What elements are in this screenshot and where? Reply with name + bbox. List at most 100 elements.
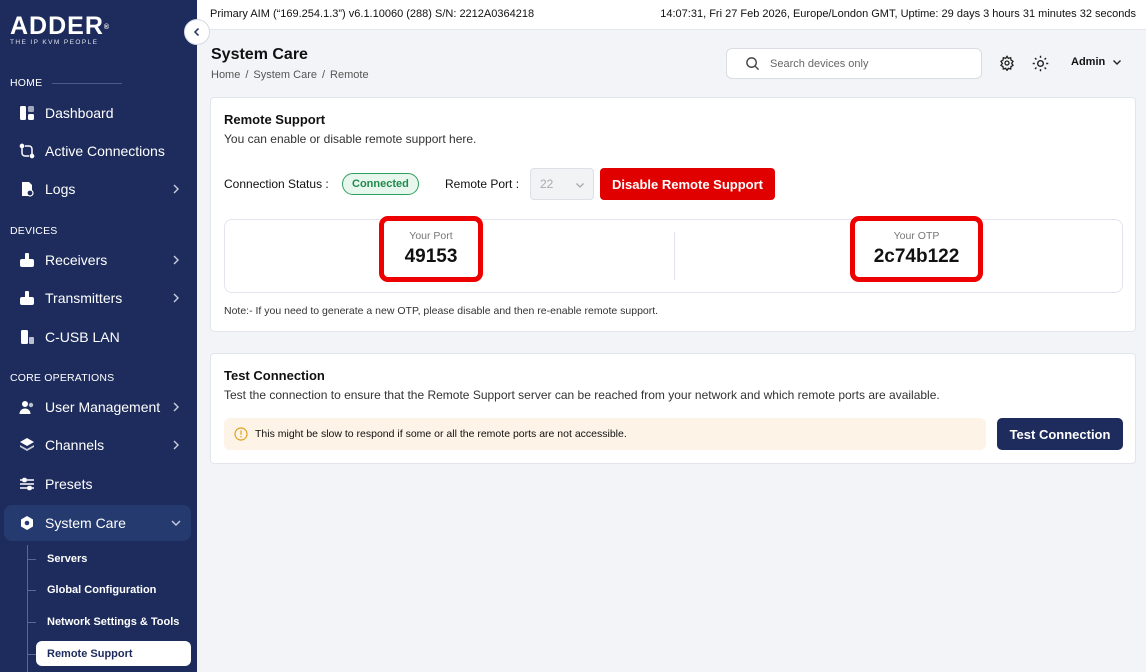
your-otp-value: 2c74b122 (873, 246, 960, 267)
system-status: 14:07:31, Fri 27 Feb 2026, Europe/London… (660, 8, 1136, 20)
sidebar-item-label: C-USB LAN (45, 329, 120, 345)
chevron-right-icon (173, 184, 179, 194)
remote-port-select[interactable]: 22 (530, 168, 594, 200)
sidebar-item-label: System Care (45, 515, 126, 531)
sidebar-item-system-care[interactable]: System Care (4, 505, 191, 541)
sidebar-item-label: Logs (45, 181, 76, 197)
sidebar-item-transmitters[interactable]: Transmitters (4, 280, 191, 316)
page-title: System Care (211, 46, 308, 63)
section-devices-label: DEVICES (10, 225, 58, 237)
test-connection-button[interactable]: Test Connection (997, 418, 1123, 450)
sidebar-item-logs[interactable]: Logs (4, 171, 191, 207)
breadcrumb-separator: / (245, 69, 249, 81)
breadcrumb-home[interactable]: Home (211, 69, 240, 81)
logo-name: ADDER (10, 12, 104, 40)
chevron-down-icon (576, 183, 584, 188)
device-info: Primary AIM (“169.254.1.3”) v6.1.10060 (… (210, 8, 535, 20)
chevron-left-icon (193, 27, 200, 37)
test-connection-title: Test Connection (224, 368, 325, 383)
chevron-down-icon (1113, 60, 1122, 65)
connection-status-badge: Connected (342, 173, 419, 195)
warning-text: This might be slow to respond if some or… (255, 428, 627, 440)
sidebar-item-label: User Management (45, 399, 161, 415)
breadcrumb: Home / System Care / Remote (211, 69, 369, 81)
tree-tick (27, 590, 36, 591)
section-core: CORE OPERATIONS (10, 372, 114, 384)
search-input[interactable] (770, 57, 970, 70)
sidebar-item-channels[interactable]: Channels (4, 427, 191, 463)
disable-remote-support-button[interactable]: Disable Remote Support (600, 168, 775, 200)
your-port-value: 49153 (404, 246, 458, 267)
connections-icon (18, 142, 36, 160)
credentials-divider (674, 232, 675, 280)
tree-tick (27, 559, 36, 560)
section-home: HOME (10, 77, 123, 89)
chevron-right-icon (173, 293, 179, 303)
subitem-label: Remote Support (47, 647, 133, 660)
chevron-right-icon (173, 255, 179, 265)
document-icon (18, 180, 36, 198)
logo-tagline: THE IP KVM PEOPLE (10, 39, 99, 46)
breadcrumb-current: Remote (330, 69, 369, 81)
search-icon (746, 57, 760, 71)
adder-logo[interactable]: ADDER® THE IP KVM PEOPLE (10, 12, 120, 47)
remote-support-description: You can enable or disable remote support… (224, 132, 477, 146)
remote-port-value: 22 (540, 177, 554, 191)
gear-icon (1000, 55, 1014, 71)
users-icon (18, 398, 36, 416)
sliders-icon (18, 475, 36, 493)
user-name: Admin (1071, 56, 1106, 68)
transmitter-icon (18, 289, 36, 307)
section-divider (52, 82, 123, 84)
section-home-label: HOME (10, 77, 43, 89)
receiver-icon (18, 251, 36, 269)
layers-icon (18, 436, 36, 454)
sidebar-item-label: Transmitters (45, 290, 123, 306)
sidebar-subitem-remote-support[interactable]: Remote Support (36, 641, 191, 666)
subitem-label: Network Settings & Tools (47, 615, 180, 628)
your-port-label: Your Port (409, 230, 453, 242)
search-box[interactable] (726, 48, 982, 79)
sidebar-item-label: Presets (45, 476, 93, 492)
remote-port-label: Remote Port : (445, 177, 520, 191)
sidebar-subitem-servers[interactable]: Servers (36, 546, 191, 571)
your-port-cell: Your Port 49153 (379, 216, 483, 282)
sidebar-item-presets[interactable]: Presets (4, 466, 191, 502)
sidebar-item-receivers[interactable]: Receivers (4, 242, 191, 278)
sidebar-item-user-management[interactable]: User Management (4, 389, 191, 425)
sidebar-item-label: Receivers (45, 252, 108, 268)
subitem-label: Servers (47, 552, 88, 565)
warning-icon (234, 427, 248, 441)
sidebar-item-label: Active Connections (45, 143, 165, 159)
sidebar: ADDER® THE IP KVM PEOPLE HOME Dashboard … (0, 0, 197, 672)
test-connection-description: Test the connection to ensure that the R… (224, 388, 940, 402)
usb-icon (18, 328, 36, 346)
otp-note: Note:- If you need to generate a new OTP… (224, 305, 659, 317)
tree-tick (27, 622, 36, 623)
sidebar-collapse-button[interactable] (184, 19, 210, 45)
dashboard-icon (18, 104, 36, 122)
theme-toggle-button[interactable] (1031, 54, 1049, 72)
credentials-box: Your Port 49153 Your OTP 2c74b122 (224, 216, 1123, 293)
user-menu[interactable]: Admin (1071, 56, 1122, 68)
sidebar-item-active-connections[interactable]: Active Connections (4, 133, 191, 169)
subitem-label: Global Configuration (47, 583, 157, 596)
settings-button[interactable] (998, 54, 1016, 72)
chevron-down-icon (171, 520, 181, 526)
breadcrumb-system-care[interactable]: System Care (253, 69, 317, 81)
your-otp-label: Your OTP (893, 230, 940, 242)
connection-status-label: Connection Status : (224, 177, 329, 191)
section-devices: DEVICES (10, 225, 58, 237)
your-otp-cell: Your OTP 2c74b122 (850, 216, 983, 282)
sidebar-item-cusb-lan[interactable]: C-USB LAN (4, 319, 191, 355)
sidebar-item-dashboard[interactable]: Dashboard (4, 95, 191, 131)
chevron-right-icon (173, 440, 179, 450)
sidebar-item-label: Channels (45, 437, 105, 453)
sidebar-subitem-network-settings[interactable]: Network Settings & Tools (36, 609, 191, 634)
sidebar-item-label: Dashboard (45, 105, 114, 121)
section-core-label: CORE OPERATIONS (10, 372, 115, 384)
tree-line (27, 545, 28, 672)
sun-icon (1032, 55, 1048, 71)
logo-reg: ® (103, 24, 111, 31)
sidebar-subitem-global-configuration[interactable]: Global Configuration (36, 577, 191, 602)
